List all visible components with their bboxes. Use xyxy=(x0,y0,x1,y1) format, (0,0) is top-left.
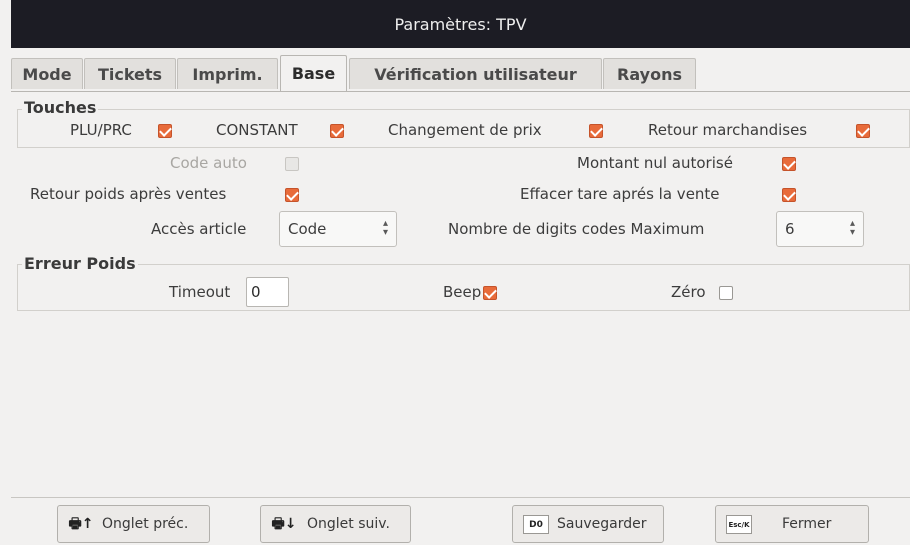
tab-bar: Mode Tickets Imprim. Base Vérification u… xyxy=(11,55,910,92)
retour-poids-checkbox[interactable] xyxy=(285,188,299,202)
acces-article-label: Accès article xyxy=(151,220,247,238)
footer-separator xyxy=(11,497,910,498)
changement-prix-checkbox[interactable] xyxy=(589,124,603,138)
beep-checkbox[interactable] xyxy=(483,286,497,300)
montant-nul-checkbox[interactable] xyxy=(782,157,796,171)
changement-prix-label: Changement de prix xyxy=(388,121,542,139)
plu-prc-checkbox[interactable] xyxy=(158,124,172,138)
nombre-digits-value: 6 xyxy=(785,220,795,238)
d0-key-icon: D0 xyxy=(523,515,549,534)
sauvegarder-button[interactable]: D0 Sauvegarder xyxy=(512,505,664,543)
window-titlebar: Paramètres: TPV xyxy=(11,0,910,48)
nombre-digits-label: Nombre de digits codes Maximum xyxy=(448,220,705,238)
onglet-prec-button[interactable]: 🖶↑ Onglet préc. xyxy=(57,505,210,543)
nombre-digits-select[interactable]: 6 ▴ ▾ xyxy=(776,211,864,247)
constant-checkbox[interactable] xyxy=(330,124,344,138)
retour-marchandises-label: Retour marchandises xyxy=(648,121,808,139)
retour-marchandises-checkbox[interactable] xyxy=(856,124,870,138)
tab-mode[interactable]: Mode xyxy=(11,58,83,89)
zero-checkbox[interactable] xyxy=(719,286,733,300)
code-auto-checkbox[interactable] xyxy=(285,157,299,171)
window-title: Paramètres: TPV xyxy=(394,14,527,34)
acces-article-select[interactable]: Code ▴ ▾ xyxy=(279,211,397,247)
timeout-input[interactable]: 0 xyxy=(246,277,289,307)
retour-poids-label: Retour poids après ventes xyxy=(30,185,227,203)
tab-imprim[interactable]: Imprim. xyxy=(177,58,278,89)
printer-up-icon: 🖶↑ xyxy=(68,515,94,532)
printer-down-icon: 🖶↓ xyxy=(271,515,297,532)
effacer-tare-checkbox[interactable] xyxy=(782,188,796,202)
constant-label: CONSTANT xyxy=(216,121,298,139)
tab-verification-utilisateur[interactable]: Vérification utilisateur xyxy=(349,58,602,89)
acces-article-value: Code xyxy=(288,220,327,238)
montant-nul-label: Montant nul autorisé xyxy=(577,154,733,172)
zero-label: Zéro xyxy=(671,283,706,301)
touches-group-title: Touches xyxy=(22,98,99,117)
fermer-button[interactable]: Esc/K Fermer xyxy=(715,505,869,543)
plu-prc-label: PLU/PRC xyxy=(70,121,132,139)
beep-label: Beep xyxy=(443,283,482,301)
tab-base[interactable]: Base xyxy=(280,55,347,91)
spin-arrows-icon: ▴ ▾ xyxy=(382,218,388,238)
tab-rayons[interactable]: Rayons xyxy=(603,58,696,89)
sauvegarder-label: Sauvegarder xyxy=(557,516,647,532)
onglet-prec-label: Onglet préc. xyxy=(102,516,189,532)
code-auto-label: Code auto xyxy=(170,154,247,172)
effacer-tare-label: Effacer tare aprés la vente xyxy=(520,185,720,203)
onglet-suiv-button[interactable]: 🖶↓ Onglet suiv. xyxy=(260,505,411,543)
spin-arrows-icon: ▴ ▾ xyxy=(849,218,855,238)
onglet-suiv-label: Onglet suiv. xyxy=(307,516,390,532)
fermer-label: Fermer xyxy=(782,516,832,532)
esc-key-icon: Esc/K xyxy=(726,515,752,534)
erreur-poids-group-title: Erreur Poids xyxy=(22,254,138,273)
tab-tickets[interactable]: Tickets xyxy=(84,58,176,89)
timeout-label: Timeout xyxy=(169,283,231,301)
